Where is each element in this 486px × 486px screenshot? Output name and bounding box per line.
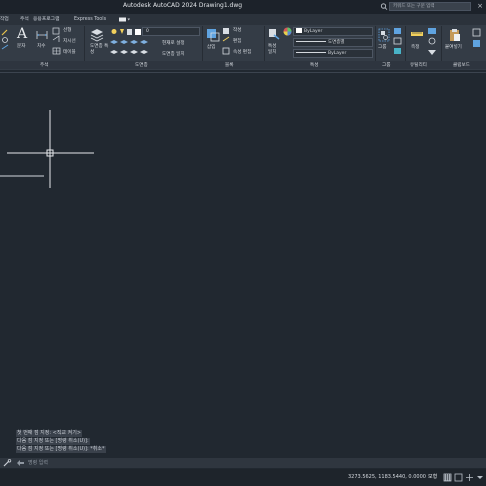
viewport-edge — [0, 72, 486, 73]
linetype-preview — [296, 41, 326, 42]
insert-block-icon[interactable] — [206, 28, 220, 42]
color-dropdown[interactable]: ByLayer — [293, 27, 373, 36]
current-layer-value: 0 — [146, 29, 149, 34]
block-small-icons — [222, 28, 230, 55]
tab-annotate[interactable]: 주석 — [20, 15, 29, 24]
command-line[interactable]: 명령 입력 — [0, 458, 486, 468]
current-layer-dropdown[interactable]: 0 — [142, 27, 200, 36]
color-value: ByLayer — [304, 29, 323, 34]
text-icon[interactable]: A — [17, 26, 27, 42]
status-bar: 3273.5625, 1183.5440, 0.0000 모형 — [0, 469, 486, 486]
text-label[interactable]: 문자 — [17, 43, 25, 49]
set-current-label[interactable]: 현재로 설정 — [162, 40, 185, 46]
model-tab[interactable]: 모형 — [428, 473, 437, 481]
measure-label[interactable]: 측정 — [411, 44, 419, 50]
linetype-dropdown[interactable]: 도면층별 — [293, 38, 373, 47]
color-wheel-icon[interactable] — [283, 27, 292, 36]
title-bar: Autodesk AutoCAD 2024 Drawing1.dwg 키워드 또… — [0, 0, 486, 14]
command-history-line: 다음 점 지정 또는 [명령 취소(U)]: *취소* — [16, 446, 106, 453]
measure-icon[interactable] — [410, 29, 424, 41]
panel-layers[interactable]: 도면층 — [135, 62, 148, 68]
layer-properties-label[interactable]: 도면층 특성 — [90, 44, 110, 56]
coordinate-readout[interactable]: 3273.5625, 1183.5440, 0.0000 — [348, 473, 426, 481]
paste-icon[interactable] — [449, 28, 461, 42]
match-properties-icon[interactable] — [268, 28, 280, 40]
lineweight-preview — [296, 52, 326, 53]
command-recent-icon[interactable] — [16, 459, 25, 467]
drawn-line[interactable] — [0, 174, 48, 178]
panel-properties[interactable]: 특성 — [310, 62, 318, 68]
match-properties-label[interactable]: 특성 일치 — [268, 44, 280, 56]
annotation-small-icons — [52, 27, 61, 55]
panel-label-bar: 주석 도면층 블록 특성 그룹 유틸리티 클립보드 — [0, 61, 486, 69]
panel-utilities[interactable]: 유틸리티 — [410, 62, 427, 68]
search-icon[interactable] — [380, 2, 388, 11]
dimension-icon[interactable] — [36, 29, 48, 41]
tab-options-icon[interactable] — [119, 17, 131, 22]
status-toggle-icons[interactable] — [443, 473, 484, 482]
group-tool-icons[interactable] — [393, 27, 403, 57]
draw-tools-icon[interactable] — [1, 28, 9, 52]
panel-block[interactable]: 블록 — [225, 62, 233, 68]
paste-label[interactable]: 붙여넣기 — [445, 44, 462, 50]
color-swatch — [296, 28, 302, 33]
tab-work[interactable]: 작업 — [0, 15, 9, 24]
insert-label[interactable]: 삽입 — [207, 44, 215, 50]
ribbon-tabs: 작업 주석 응용프로그램 Express Tools — [0, 14, 486, 25]
edit-attributes-label[interactable]: 속성 편집 — [233, 49, 251, 55]
layer-tool-icons[interactable] — [109, 39, 149, 59]
utility-tool-icons[interactable] — [427, 27, 439, 57]
close-button[interactable]: × — [476, 2, 484, 11]
panel-groups[interactable]: 그룹 — [382, 62, 390, 68]
edit-block-label[interactable]: 편집 — [233, 38, 241, 44]
command-history-line: 다음 점 지정 또는 [명령 취소(U)]: — [16, 438, 90, 445]
lineweight-value: ByLayer — [328, 51, 347, 56]
window-title: Autodesk AutoCAD 2024 Drawing1.dwg — [123, 2, 243, 9]
lineweight-dropdown[interactable]: ByLayer — [293, 49, 373, 58]
panel-clipboard[interactable]: 클립보드 — [453, 62, 470, 68]
search-input[interactable]: 키워드 또는 구문 입력 — [389, 2, 471, 11]
linetype-value: 도면층별 — [328, 40, 345, 45]
tab-express-tools[interactable]: Express Tools — [74, 15, 106, 24]
group-icon[interactable] — [378, 28, 390, 42]
copy-clip-icons[interactable] — [472, 28, 482, 56]
tab-apps[interactable]: 응용프로그램 — [33, 15, 59, 24]
leader-label[interactable]: 지시선 — [63, 38, 76, 44]
wrench-icon[interactable] — [3, 459, 12, 467]
command-history-line: 첫 번째 점 지정: <직교 켜기> — [16, 430, 83, 437]
linear-label[interactable]: 선형 — [63, 27, 71, 33]
table-label[interactable]: 테이블 — [63, 49, 76, 55]
dimension-label[interactable]: 치수 — [37, 43, 45, 49]
layer-state-icons[interactable] — [110, 28, 142, 36]
command-input[interactable]: 명령 입력 — [28, 459, 48, 467]
match-layer-label[interactable]: 도면층 일치 — [162, 51, 185, 57]
create-block-label[interactable]: 작성 — [233, 27, 241, 33]
panel-annotation[interactable]: 주석 — [40, 62, 48, 68]
search-placeholder: 키워드 또는 구문 입력 — [393, 4, 435, 9]
group-label[interactable]: 그룹 — [378, 44, 386, 50]
layer-properties-icon[interactable] — [90, 28, 104, 42]
